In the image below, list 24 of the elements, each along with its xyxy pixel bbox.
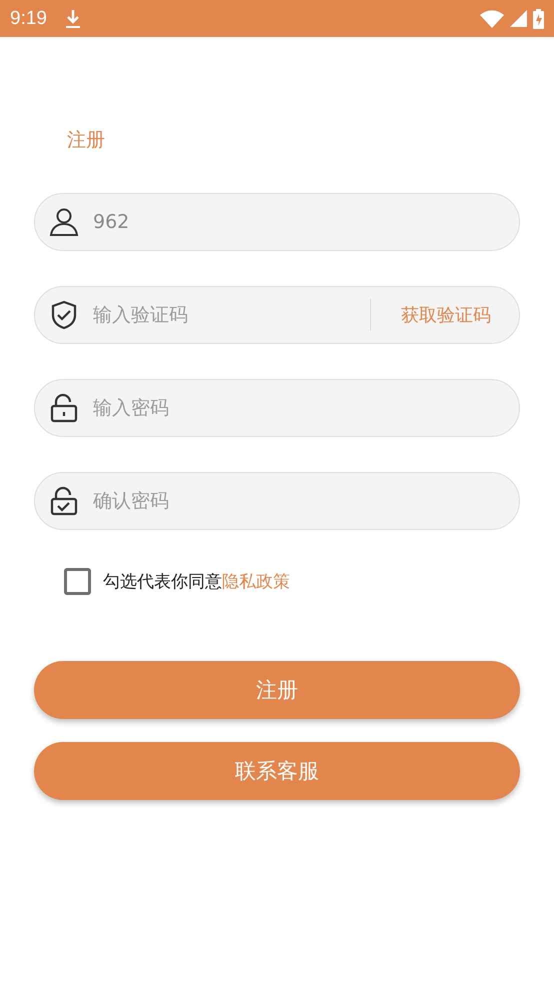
agree-checkbox[interactable]	[64, 568, 91, 595]
username-field[interactable]: 962	[34, 193, 520, 251]
password-field[interactable]: 输入密码	[34, 379, 520, 437]
code-input[interactable]: 输入验证码	[93, 295, 370, 335]
password-input[interactable]: 确认密码	[93, 481, 505, 521]
unlock-icon	[49, 393, 79, 423]
signal-icon	[510, 10, 527, 27]
username-input[interactable]: 962	[93, 202, 505, 242]
password-field[interactable]: 确认密码	[34, 472, 520, 530]
lock-check-icon	[49, 486, 79, 516]
code-field[interactable]: 输入验证码 获取验证码	[34, 286, 520, 344]
get-code-button[interactable]: 获取验证码	[371, 303, 505, 327]
user-icon	[49, 207, 79, 237]
contact-support-button[interactable]: 联系客服	[34, 742, 520, 800]
shield-check-icon	[49, 300, 79, 330]
page-title: 注册	[67, 128, 105, 153]
battery-icon	[533, 8, 544, 28]
agreement-text: 勾选代表你同意隐私政策	[103, 571, 290, 593]
password-input[interactable]: 输入密码	[93, 388, 505, 428]
status-time: 9:19	[10, 8, 47, 30]
register-button[interactable]: 注册	[34, 661, 520, 719]
wifi-icon	[480, 10, 504, 28]
privacy-policy-link[interactable]: 隐私政策	[222, 572, 290, 592]
download-icon	[64, 8, 81, 28]
